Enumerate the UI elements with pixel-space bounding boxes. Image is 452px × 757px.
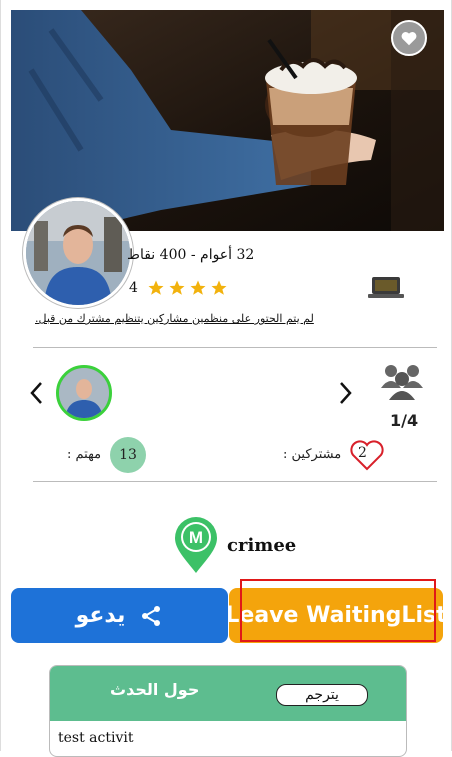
translate-button[interactable]: يترجم [276, 684, 368, 706]
organizer-rating: 4 [129, 279, 228, 297]
interested-label: مهتم : [67, 447, 102, 462]
participants-label: مشتركين : [283, 447, 342, 462]
star-icon [190, 280, 206, 295]
map-pin-icon[interactable]: M [173, 515, 219, 575]
leave-waitinglist-button[interactable]: Leave WaitingList [229, 588, 443, 643]
share-icon [142, 605, 161, 626]
event-card: 32 أعوام - 400 نقاط 4 لم يتم الحتور على … [0, 0, 452, 757]
participants-count: 1/4 [390, 411, 419, 430]
organizer-age-points: 32 أعوام - 400 نقاط [127, 247, 255, 263]
invite-label: يدعو [75, 603, 126, 628]
star-icon [148, 280, 164, 295]
favorite-button[interactable] [391, 20, 427, 56]
star-icon [211, 280, 227, 295]
co-organizers-note: لم يتم الحتور على منظمين مشاركين يتنظيم … [35, 312, 314, 325]
about-text: test activit [58, 730, 134, 746]
invite-button[interactable]: يدعو [11, 588, 228, 643]
chevron-left-icon[interactable] [28, 380, 46, 406]
star-icon [169, 280, 185, 295]
rating-value: 4 [129, 280, 138, 296]
participant-avatar[interactable] [56, 365, 112, 421]
leave-label: Leave WaitingList [229, 603, 443, 628]
laptop-icon [368, 277, 404, 298]
place-initial: M [189, 528, 203, 547]
participants-value: 2 [358, 445, 367, 461]
divider [33, 347, 437, 348]
group-icon [381, 365, 423, 400]
interested-count-badge: 13 [110, 437, 146, 473]
place-name[interactable]: crimee [227, 535, 296, 556]
chevron-right-icon[interactable] [336, 380, 354, 406]
heart-icon [401, 32, 417, 46]
organizer-avatar[interactable] [23, 198, 133, 308]
about-event-panel: حول الحدث يترجم test activit [49, 665, 407, 757]
about-header: حول الحدث يترجم [50, 666, 406, 721]
divider [33, 481, 437, 482]
heart-outline-icon [350, 440, 384, 471]
